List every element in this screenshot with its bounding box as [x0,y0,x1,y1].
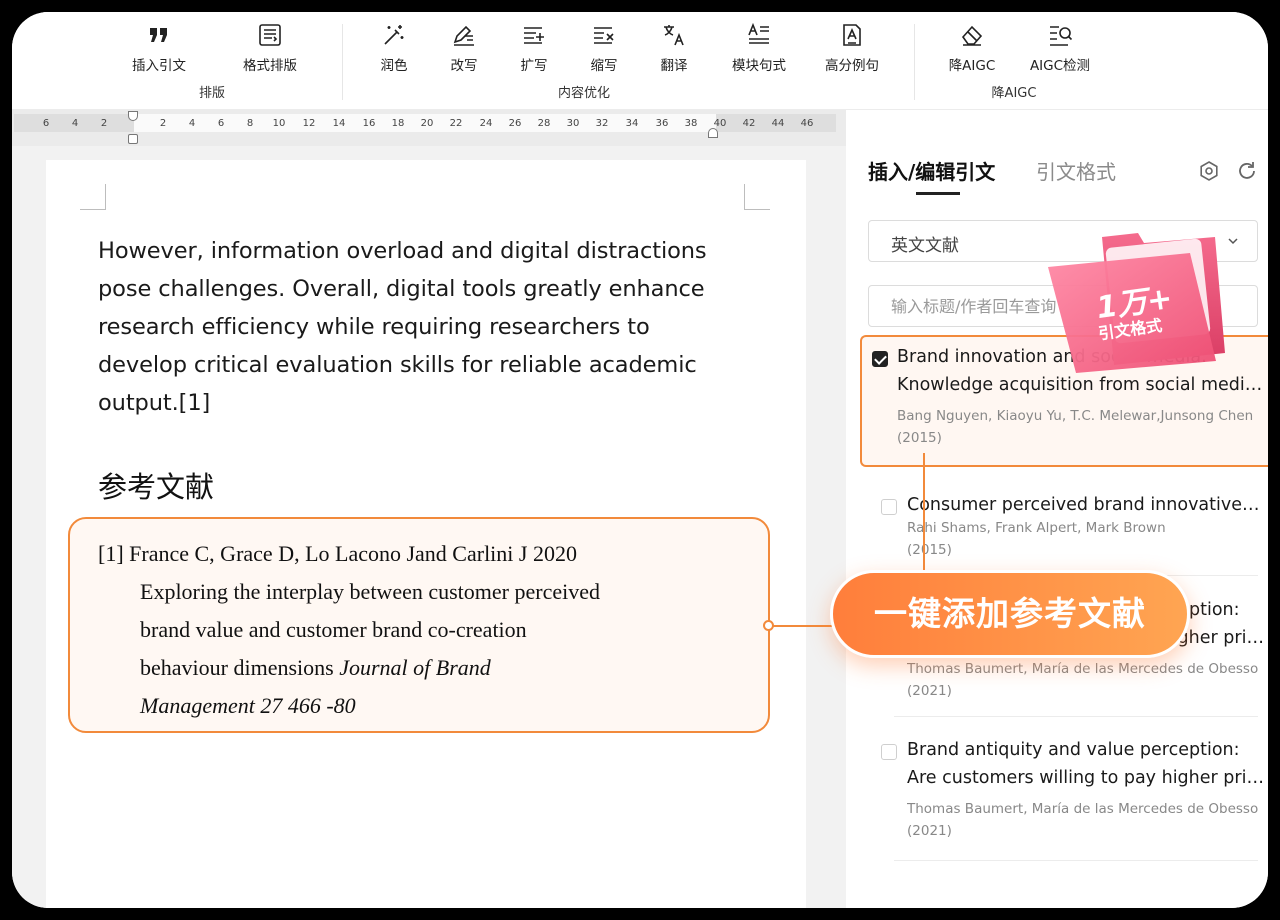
ruler-tick-label: 44 [771,118,785,129]
item-title: Brand antiquity and value perception: Ar… [907,740,1267,788]
add-references-button[interactable]: 一键添加参考文献 [830,570,1190,658]
app-window: 插入引文 格式排版 润色 改写 扩写 缩写 翻译 模块句式 高分例句 降AIGC… [12,12,1268,908]
ruler-tick-label: 34 [625,118,639,129]
ruler-tick-label: 12 [302,118,316,129]
ruler-tick-label: 32 [595,118,609,129]
toolbar-divider [914,24,915,100]
ruler-tick-label: 18 [391,118,405,129]
item-year: (2021) [907,823,952,839]
item-checkbox[interactable] [872,351,888,367]
insert-citation-button[interactable]: 插入引文 [114,22,204,76]
ruler-tick-label: 36 [655,118,669,129]
item-year: (2015) [907,542,952,558]
ruler-tick-label: 30 [566,118,580,129]
device-frame: 插入引文 格式排版 润色 改写 扩写 缩写 翻译 模块句式 高分例句 降AIGC… [0,0,1280,920]
connector-line [770,625,834,627]
magic-wand-icon [384,25,404,45]
group-label-aigc: 降AIGC [991,86,1037,101]
ruler-tick-label: 24 [479,118,493,129]
ruler-tick-label: 22 [449,118,463,129]
list-search-icon [1050,26,1073,46]
connector-line [923,453,925,573]
ruler-tick-label: 10 [272,118,286,129]
item-authors: Thomas Baumert, María de las Mercedes de… [907,661,1259,677]
left-indent-handle[interactable] [128,134,138,144]
ruler-tick-label: 4 [188,118,196,129]
select-value: 英文文献 [891,236,959,256]
reference-line: Exploring the interplay between customer… [140,579,600,604]
citation-list-item[interactable]: Brand antiquity and value perception: Ar… [860,730,1268,840]
reference-line: [1] France C, Grace D, Lo Lacono Jand Ca… [98,541,577,566]
reference-line: Management 27 466 -80 [140,693,356,718]
ruler-tick-label: 2 [100,118,108,129]
eraser-icon [961,25,983,46]
group-label-content: 内容优化 [557,86,611,101]
item-title: Consumer perceived brand innovativeness … [907,495,1267,515]
list-divider [894,860,1258,861]
ruler-tick-label: 46 [800,118,814,129]
list-divider [894,716,1258,717]
shrink-lines-icon [594,27,614,44]
body-paragraph[interactable]: However, information overload and digita… [98,232,738,422]
margin-corner-mark [80,184,106,210]
active-tab-indicator [916,192,960,195]
reference-entry-highlight[interactable]: [1] France C, Grace D, Lo Lacono Jand Ca… [68,517,770,733]
translate-icon [664,25,684,46]
pen-lines-icon [453,25,474,46]
quote-icon [150,28,167,42]
expand-lines-icon [524,27,544,44]
ruler-tick-label: 28 [537,118,551,129]
ruler-tick-label: 16 [362,118,376,129]
sentence-template-icon [748,22,769,44]
right-indent-handle[interactable] [708,128,718,138]
reference-line: behaviour dimensions Journal of Brand [140,655,491,680]
settings-icon[interactable] [1198,160,1220,182]
item-authors: Rahi Shams, Frank Alpert, Mark Brown [907,520,1166,536]
reference-entry: [1] France C, Grace D, Lo Lacono Jand Ca… [98,535,738,725]
ruler-tick-label: 2 [159,118,167,129]
toolbar-divider [342,24,343,100]
tab-citation-format[interactable]: 引文格式 [1036,156,1116,185]
reference-line: brand value and customer brand co-creati… [140,617,527,642]
ruler-tick-label: 42 [742,118,756,129]
ruler-tick-label: 6 [42,118,50,129]
ruler-tick-label: 14 [332,118,346,129]
sentence-template-button[interactable]: 模块句式 [714,22,804,76]
translate-button[interactable]: 翻译 [629,22,719,76]
references-heading[interactable]: 参考文献 [98,464,214,506]
citation-list-item[interactable]: Consumer perceived brand innovativeness … [860,485,1268,565]
margin-corner-mark [744,184,770,210]
aigc-detect-button[interactable]: AIGC检测 [1015,22,1105,76]
connector-dot [763,620,774,631]
item-checkbox[interactable] [881,499,897,515]
ruler-tick-label: 20 [420,118,434,129]
ribbon-toolbar: 插入引文 格式排版 润色 改写 扩写 缩写 翻译 模块句式 高分例句 降AIGC… [12,12,1268,110]
refresh-icon[interactable] [1236,160,1258,182]
reduce-aigc-button[interactable]: 降AIGC [927,22,1017,76]
ruler-tick-label: 38 [684,118,698,129]
item-checkbox[interactable] [881,744,897,760]
item-year: (2021) [907,683,952,699]
item-authors: Thomas Baumert, María de las Mercedes de… [907,801,1259,817]
ruler-tick-label: 6 [217,118,225,129]
ruler: 6 4 2 2 4 6 8 10 12 14 16 18 20 22 24 26 28 30 32 34 36 38 40 4… [12,110,846,146]
ruler-tick-label: 4 [71,118,79,129]
ruler-tick-label: 8 [246,118,254,129]
high-score-examples-button[interactable]: 高分例句 [807,22,897,76]
item-authors: Bang Nguyen, Kiaoyu Yu, T.C. Melewar,Jun… [897,408,1254,424]
group-label-layout: 排版 [198,86,226,101]
format-layout-button[interactable]: 格式排版 [225,22,315,76]
tab-insert-edit-citation[interactable]: 插入/编辑引文 [868,156,995,185]
ruler-tick-label: 40 [713,118,727,129]
doc-a-icon [843,24,861,46]
item-year: (2015) [897,430,942,446]
first-line-indent-handle[interactable] [128,111,138,121]
format-icon [259,24,281,46]
ruler-tick-label: 26 [508,118,522,129]
